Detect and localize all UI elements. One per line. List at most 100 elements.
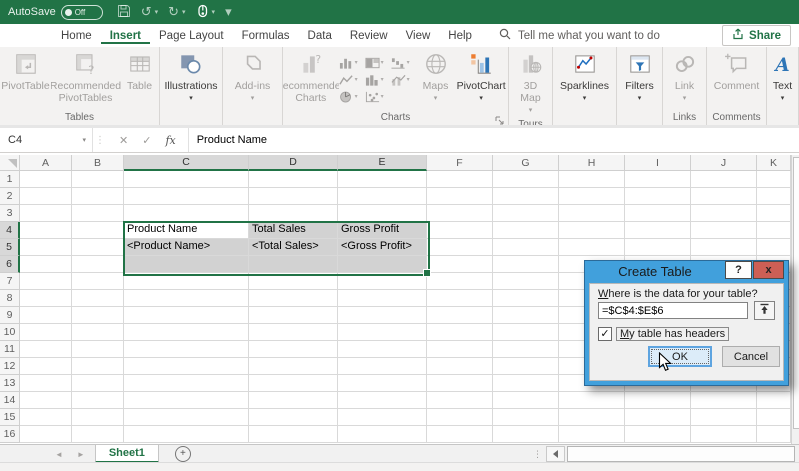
column-header-G[interactable]: G <box>493 155 559 171</box>
autosave-toggle[interactable]: AutoSave Off <box>8 5 103 20</box>
cell-H5[interactable] <box>559 239 625 256</box>
dialog-title-bar[interactable]: Create Table ? x <box>585 261 788 283</box>
cell-A5[interactable] <box>20 239 72 256</box>
sheet-tab-sheet1[interactable]: Sheet1 <box>95 445 159 463</box>
formula-bar-splitter[interactable]: ⋮ <box>93 128 107 152</box>
cell-B3[interactable] <box>72 205 124 222</box>
cell-I16[interactable] <box>625 426 691 443</box>
cell-G9[interactable] <box>493 307 559 324</box>
cell-D4[interactable] <box>249 222 338 239</box>
autosave-pill[interactable]: Off <box>61 5 103 20</box>
cell-J4[interactable] <box>691 222 757 239</box>
tab-page-layout[interactable]: Page Layout <box>150 27 233 44</box>
formula-input[interactable]: Product Name <box>189 128 799 152</box>
cell-B11[interactable] <box>72 341 124 358</box>
cell-J3[interactable] <box>691 205 757 222</box>
cell-F4[interactable] <box>427 222 493 239</box>
cell-B16[interactable] <box>72 426 124 443</box>
cell-E10[interactable] <box>338 324 427 341</box>
column-header-C[interactable]: C <box>124 155 249 171</box>
column-header-D[interactable]: D <box>249 155 338 171</box>
redo-icon-dropdown[interactable]: ▾ <box>182 8 186 16</box>
cell-D13[interactable] <box>249 375 338 392</box>
row-header-8[interactable]: 8 <box>0 290 20 307</box>
cell-I2[interactable] <box>625 188 691 205</box>
cell-J1[interactable] <box>691 171 757 188</box>
cell-F13[interactable] <box>427 375 493 392</box>
cell-D9[interactable] <box>249 307 338 324</box>
cell-D7[interactable] <box>249 273 338 290</box>
cell-E7[interactable] <box>338 273 427 290</box>
cell-I15[interactable] <box>625 409 691 426</box>
cell-C13[interactable] <box>124 375 249 392</box>
range-picker-button[interactable] <box>754 301 775 320</box>
column-header-A[interactable]: A <box>20 155 72 171</box>
cell-F7[interactable] <box>427 273 493 290</box>
column-chart-icon[interactable] <box>339 54 365 71</box>
text-button[interactable]: AText▾ <box>768 50 798 106</box>
customize-quick-access-icon[interactable]: ▾ <box>225 5 232 19</box>
cell-B5[interactable] <box>72 239 124 256</box>
cell-E3[interactable] <box>338 205 427 222</box>
cell-D1[interactable] <box>249 171 338 188</box>
cell-C10[interactable] <box>124 324 249 341</box>
name-box-dropdown-icon[interactable]: ▾ <box>82 136 86 144</box>
cell-G4[interactable] <box>493 222 559 239</box>
cell-B10[interactable] <box>72 324 124 341</box>
cell-E2[interactable] <box>338 188 427 205</box>
cell-A13[interactable] <box>20 375 72 392</box>
sheet-next-icon[interactable]: ► <box>77 450 85 459</box>
fill-handle[interactable] <box>423 269 431 277</box>
cell-C1[interactable] <box>124 171 249 188</box>
cancel-icon[interactable]: ✕ <box>119 134 128 147</box>
row-header-7[interactable]: 7 <box>0 273 20 290</box>
cell-K5[interactable] <box>757 239 791 256</box>
cell-C12[interactable] <box>124 358 249 375</box>
cell-F8[interactable] <box>427 290 493 307</box>
cell-F9[interactable] <box>427 307 493 324</box>
row-header-16[interactable]: 16 <box>0 426 20 443</box>
cell-E14[interactable] <box>338 392 427 409</box>
select-all-corner[interactable] <box>0 155 20 171</box>
cell-E5[interactable] <box>338 239 427 256</box>
cell-B2[interactable] <box>72 188 124 205</box>
row-header-15[interactable]: 15 <box>0 409 20 426</box>
cell-F14[interactable] <box>427 392 493 409</box>
cell-G10[interactable] <box>493 324 559 341</box>
filters-button[interactable]: Filters▾ <box>619 50 661 106</box>
cell-F2[interactable] <box>427 188 493 205</box>
column-header-B[interactable]: B <box>72 155 124 171</box>
row-header-6[interactable]: 6 <box>0 256 20 273</box>
cell-H4[interactable] <box>559 222 625 239</box>
cell-D15[interactable] <box>249 409 338 426</box>
histogram-chart-icon[interactable] <box>365 71 391 88</box>
ok-button[interactable]: OK <box>648 346 712 367</box>
cell-G1[interactable] <box>493 171 559 188</box>
cell-F12[interactable] <box>427 358 493 375</box>
cell-G13[interactable] <box>493 375 559 392</box>
headers-checkbox[interactable]: ✓ <box>598 327 612 341</box>
cell-A1[interactable] <box>20 171 72 188</box>
tab-home[interactable]: Home <box>52 27 101 44</box>
table-range-input[interactable]: =$C$4:$E$6 <box>598 302 748 319</box>
cell-D12[interactable] <box>249 358 338 375</box>
row-header-11[interactable]: 11 <box>0 341 20 358</box>
cell-B12[interactable] <box>72 358 124 375</box>
cell-H16[interactable] <box>559 426 625 443</box>
table-button[interactable]: Table <box>121 50 159 93</box>
cell-G11[interactable] <box>493 341 559 358</box>
cell-E1[interactable] <box>338 171 427 188</box>
cell-I4[interactable] <box>625 222 691 239</box>
cell-A8[interactable] <box>20 290 72 307</box>
cell-H15[interactable] <box>559 409 625 426</box>
waterfall-chart-icon[interactable] <box>391 54 417 71</box>
cell-B9[interactable] <box>72 307 124 324</box>
cell-E16[interactable] <box>338 426 427 443</box>
hscroll-left-icon[interactable] <box>546 446 565 462</box>
row-header-1[interactable]: 1 <box>0 171 20 188</box>
insert-function-icon[interactable]: fx <box>165 134 175 147</box>
cell-K16[interactable] <box>757 426 791 443</box>
scatter-chart-icon[interactable] <box>365 88 391 105</box>
cell-K1[interactable] <box>757 171 791 188</box>
sheet-prev-icon[interactable]: ◄ <box>55 450 63 459</box>
